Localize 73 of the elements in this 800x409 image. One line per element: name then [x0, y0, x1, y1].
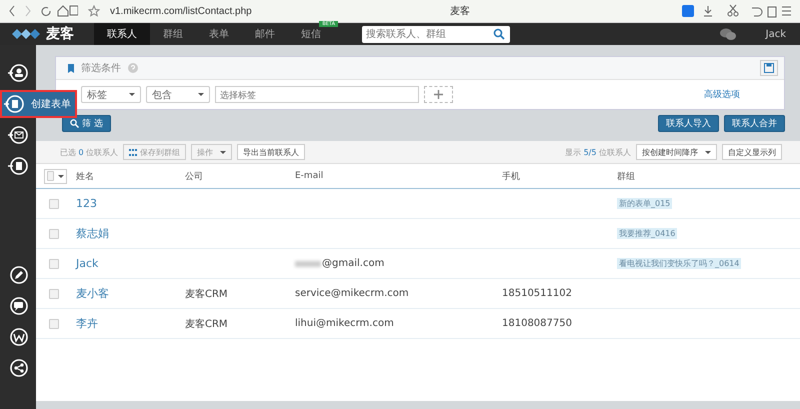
- w-icon: [8, 327, 28, 347]
- caret-icon: [705, 150, 711, 154]
- contact-name-link[interactable]: 麦小客: [76, 287, 109, 300]
- nav-tab[interactable]: 群组: [150, 23, 196, 45]
- table-cell: lihui@mikecrm.com: [295, 318, 394, 329]
- table-cell: service@mikecrm.com: [295, 288, 409, 299]
- shown-count-text: 显示 5/5 位联系人: [565, 146, 631, 158]
- column-header[interactable]: 手机: [502, 172, 520, 182]
- caret-icon: [129, 93, 135, 96]
- save-filter-button[interactable]: [760, 60, 778, 76]
- column-header[interactable]: 群组: [617, 172, 635, 182]
- nav-tab[interactable]: 表单: [196, 23, 242, 45]
- advanced-options-link[interactable]: 高级选项: [704, 88, 740, 101]
- nav-tab[interactable]: 联系人: [94, 23, 150, 45]
- logo-text: 麦客: [46, 25, 74, 43]
- contact-icon: [8, 156, 28, 176]
- field-dropdown[interactable]: 标签: [81, 86, 141, 103]
- table-cell: @gmail.com: [322, 258, 384, 269]
- column-header[interactable]: 公司: [185, 172, 203, 182]
- table-cell: 麦客CRM: [185, 318, 228, 330]
- contact-name-link[interactable]: Jack: [76, 257, 98, 270]
- export-button[interactable]: 导出当前联系人: [237, 144, 306, 160]
- chat-icon[interactable]: [720, 28, 736, 40]
- row-checkbox[interactable]: [49, 288, 59, 298]
- add-condition-button[interactable]: [424, 86, 453, 103]
- tag-input[interactable]: 选择标签: [215, 86, 419, 103]
- table-cell: 18108087750: [502, 318, 572, 329]
- user-menu[interactable]: Jack: [766, 28, 786, 40]
- pencil-icon: [8, 265, 28, 285]
- sidebar-item[interactable]: 创建表单: [0, 90, 77, 118]
- form-icon: [4, 94, 24, 114]
- row-checkbox[interactable]: [49, 258, 59, 268]
- caret-icon: [58, 174, 64, 178]
- operator-dropdown[interactable]: 包含: [146, 86, 210, 103]
- customize-columns-button[interactable]: 自定义显示列: [722, 144, 782, 160]
- column-header[interactable]: 姓名: [76, 172, 94, 182]
- row-checkbox[interactable]: [49, 228, 59, 238]
- search-icon: [70, 119, 79, 128]
- nav-tab[interactable]: 邮件: [242, 23, 288, 45]
- browser-nav-icons[interactable]: [8, 4, 78, 18]
- site-label: 麦客: [450, 4, 470, 18]
- bookmark-icon: [68, 64, 74, 72]
- chat-icon: [8, 296, 28, 316]
- bookmark-star-icon[interactable]: [88, 5, 100, 17]
- row-checkbox[interactable]: [49, 198, 59, 208]
- mail-icon: [8, 125, 28, 145]
- address-bar[interactable]: v1.mikecrm.com/listContact.php: [110, 6, 330, 16]
- share-icon: [8, 358, 28, 378]
- group-tag[interactable]: 新的表单_015: [617, 198, 672, 209]
- action-button[interactable]: 联系人导入: [658, 115, 719, 132]
- column-header[interactable]: E-mail: [295, 171, 324, 181]
- contact-name-link[interactable]: 李卉: [76, 317, 98, 330]
- filter-button[interactable]: 筛 选: [62, 115, 111, 132]
- sort-dropdown[interactable]: 按创建时间降序: [636, 144, 717, 160]
- plus-icon: [434, 90, 443, 99]
- person-icon: [8, 63, 28, 83]
- group-tag[interactable]: 看电视让我们变快乐了吗？_0614: [617, 258, 742, 269]
- caret-icon: [220, 150, 226, 154]
- logo-icon: [12, 27, 42, 41]
- row-checkbox[interactable]: [49, 318, 59, 328]
- grid-icon: [129, 148, 138, 156]
- filter-title: 筛选条件: [81, 62, 121, 75]
- search-icon[interactable]: [493, 28, 505, 40]
- caret-icon: [198, 93, 204, 96]
- table-cell: 18510511102: [502, 288, 572, 299]
- group-tag[interactable]: 我要推荐_0416: [617, 228, 678, 239]
- contact-name-link[interactable]: 蔡志娟: [76, 227, 109, 240]
- table-cell: 麦客CRM: [185, 288, 228, 300]
- search-field[interactable]: 搜索联系人、群组: [362, 26, 510, 42]
- selected-count-text: 已选 0 位联系人: [60, 146, 118, 158]
- action-button[interactable]: 联系人合并: [724, 115, 785, 132]
- select-all-checkbox[interactable]: [44, 168, 67, 184]
- contact-name-link[interactable]: 123: [76, 197, 97, 210]
